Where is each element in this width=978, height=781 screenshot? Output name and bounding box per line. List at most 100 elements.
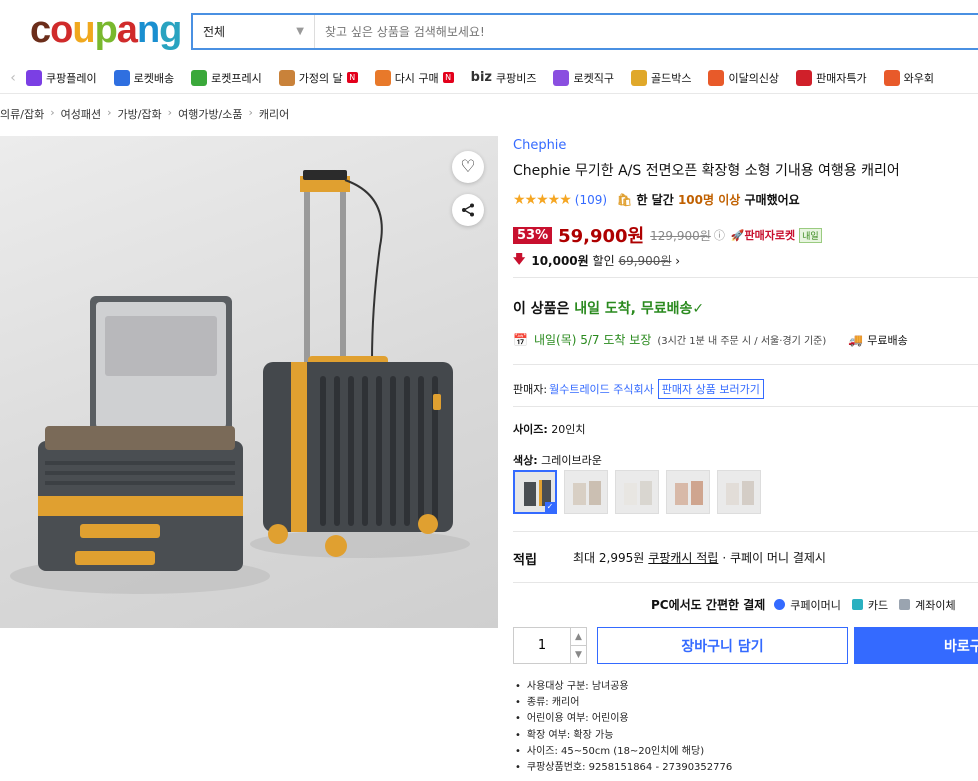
- divider: [513, 582, 978, 583]
- new-badge: N: [346, 72, 358, 83]
- breadcrumb-item[interactable]: 가방/잡화: [117, 106, 161, 122]
- breadcrumb-item[interactable]: 의류/잡화: [0, 106, 44, 122]
- color-thumb-2[interactable]: [564, 470, 608, 514]
- nav-item-label: 로켓직구: [573, 71, 614, 85]
- check-icon: ✓: [692, 301, 705, 317]
- new-badge: N: [442, 72, 454, 83]
- product-title: Chephie 무기한 A/S 전면오픈 확장형 소형 기내용 여행용 캐리어: [513, 163, 900, 179]
- chevron-right-icon: ›: [50, 106, 55, 119]
- quantity-stepper: ▲ ▼: [513, 627, 587, 664]
- color-thumb-5[interactable]: [717, 470, 761, 514]
- pay-method-bank: 계좌이체: [915, 598, 956, 612]
- rating-stars-icon[interactable]: ★★★★★: [513, 192, 572, 208]
- color-thumb-graybrown[interactable]: ✓: [513, 470, 557, 514]
- pay-title: PC에서도 간편한 결제: [651, 598, 766, 612]
- breadcrumb-item[interactable]: 여행가방/소품: [178, 106, 242, 122]
- decrease-icon[interactable]: ▼: [571, 646, 586, 663]
- heart-icon: ♡: [460, 157, 476, 177]
- nav-item-label: 로켓프레시: [211, 71, 262, 85]
- original-price: 129,900원: [650, 228, 711, 243]
- card-icon: [851, 599, 863, 610]
- free-highlight: 내일 도착, 무료배송: [574, 301, 693, 317]
- biz-icon: biz: [470, 70, 492, 85]
- logo-letter: p: [94, 9, 118, 51]
- breadcrumb-item[interactable]: 여성패션: [61, 106, 101, 122]
- spec-item: 종류: 캐리어: [513, 693, 732, 709]
- nav-item-label: 이달의신상: [728, 71, 780, 85]
- coupon-label: 할인: [592, 254, 615, 268]
- nav-item-label: 와우회: [903, 71, 935, 85]
- free-shipping-banner: 이 상품은 내일 도착, 무료배송✓: [513, 298, 704, 318]
- reward-link[interactable]: 쿠팡캐시 적립: [648, 549, 718, 568]
- nav-item[interactable]: 로켓배송: [113, 69, 174, 86]
- category-select[interactable]: 전체 ▼: [193, 15, 315, 48]
- nav-item-label: 판매자특가: [816, 71, 867, 85]
- rating-row: ★★★★★ (109) 🛍 한 달간 100명 이상 구매했어요: [513, 191, 800, 208]
- nav-prev-icon[interactable]: ‹: [0, 70, 26, 86]
- size-value: 20인치: [551, 423, 586, 436]
- purchase-highlight: 100명 이상: [677, 193, 741, 207]
- seller-products-button[interactable]: 판매자 상품 보러가기: [657, 379, 764, 399]
- search-input[interactable]: [315, 15, 978, 48]
- coupon-row[interactable]: 🡇 10,000원 할인 69,900원 ›: [513, 250, 680, 271]
- nav-item[interactable]: 골드박스: [630, 69, 691, 86]
- logo-letter: o: [50, 9, 73, 51]
- spec-item: 어린이용 여부: 어린이용: [513, 709, 732, 725]
- search-bar: 전체 ▼: [191, 13, 978, 50]
- share-icon: [462, 203, 474, 217]
- size-option: 사이즈: 20인치: [513, 421, 586, 437]
- seller-row: 판매자: 월수트레이드 주식회사 판매자 상품 보러가기: [513, 379, 764, 399]
- breadcrumb-item[interactable]: 캐리어: [259, 106, 289, 122]
- info-icon[interactable]: ⓘ: [714, 227, 725, 243]
- quantity-input[interactable]: [514, 628, 570, 663]
- nav-item[interactable]: 와우회: [883, 69, 935, 86]
- purchase-post: 구매했어요: [740, 193, 800, 207]
- nav-item[interactable]: 가정의 달N: [278, 69, 358, 86]
- divider: [513, 277, 978, 278]
- nav-item[interactable]: biz 쿠팡비즈: [471, 70, 537, 86]
- delivery-free: 무료배송: [867, 333, 908, 347]
- color-thumb-4[interactable]: [666, 470, 710, 514]
- nav-item[interactable]: 로켓프레시: [191, 69, 262, 86]
- play-icon: [26, 69, 42, 86]
- new-icon: [708, 69, 725, 86]
- pay-methods: PC에서도 간편한 결제 쿠페이머니 카드 계좌이체: [651, 596, 956, 613]
- chevron-right-icon: ›: [167, 106, 173, 119]
- spec-item: 확장 여부: 확장 가능: [513, 726, 732, 742]
- coupon-price: 69,900원: [618, 254, 672, 268]
- buy-now-button[interactable]: 바로구: [854, 627, 978, 664]
- product-image: ♡: [0, 136, 498, 628]
- divider: [513, 531, 978, 532]
- nav-item[interactable]: 쿠팡플레이: [26, 69, 97, 86]
- delivery-date: 내일(목) 5/7 도착 보장: [533, 333, 652, 347]
- spec-item: 사용대상 구분: 남녀공용: [513, 677, 732, 693]
- nav-item[interactable]: 판매자특가: [796, 69, 867, 86]
- nav-items: 쿠팡플레이 로켓배송 로켓프레시 가정의 달 N 다시 구매 N biz 쿠팡비즈 로켓직구 골드박…: [26, 69, 951, 86]
- add-to-cart-button[interactable]: 장바구니 담기: [597, 627, 848, 664]
- brand-link[interactable]: Chephie: [513, 138, 566, 153]
- increase-icon[interactable]: ▲: [571, 628, 586, 646]
- arrow-down-icon: 🡇: [513, 252, 526, 266]
- coupang-logo[interactable]: coupang: [30, 9, 182, 51]
- nav-item[interactable]: 로켓직구: [553, 69, 614, 86]
- bag-icon: [374, 69, 391, 86]
- nav-item[interactable]: 이달의신상: [708, 69, 780, 86]
- wishlist-heart-button[interactable]: ♡: [452, 151, 484, 183]
- suitcase-illustration: [10, 170, 470, 594]
- stepper-buttons: ▲ ▼: [570, 628, 586, 663]
- price-row: 53% 59,900원 129,900원 ⓘ 🚀판매자로켓 내일: [513, 222, 822, 248]
- review-count[interactable]: (109): [575, 193, 607, 207]
- nav-item[interactable]: 다시 구매 N: [374, 69, 454, 86]
- wow-icon: [883, 69, 900, 86]
- spec-item: 사이즈: 45~50cm (18~20인치에 해당): [513, 742, 732, 758]
- truck-icon: 🚚: [848, 332, 864, 347]
- logo-letter: a: [116, 9, 138, 51]
- divider: [513, 406, 978, 407]
- seller-name-link[interactable]: 월수트레이드 주식회사: [549, 381, 654, 397]
- share-button[interactable]: [452, 194, 484, 226]
- spec-list: 사용대상 구분: 남녀공용종류: 캐리어어린이용 여부: 어린이용확장 여부: …: [513, 677, 732, 774]
- globe-icon: [553, 69, 570, 86]
- divider: [513, 364, 978, 365]
- rocket-fresh-icon: [191, 69, 208, 86]
- color-thumb-3[interactable]: [615, 470, 659, 514]
